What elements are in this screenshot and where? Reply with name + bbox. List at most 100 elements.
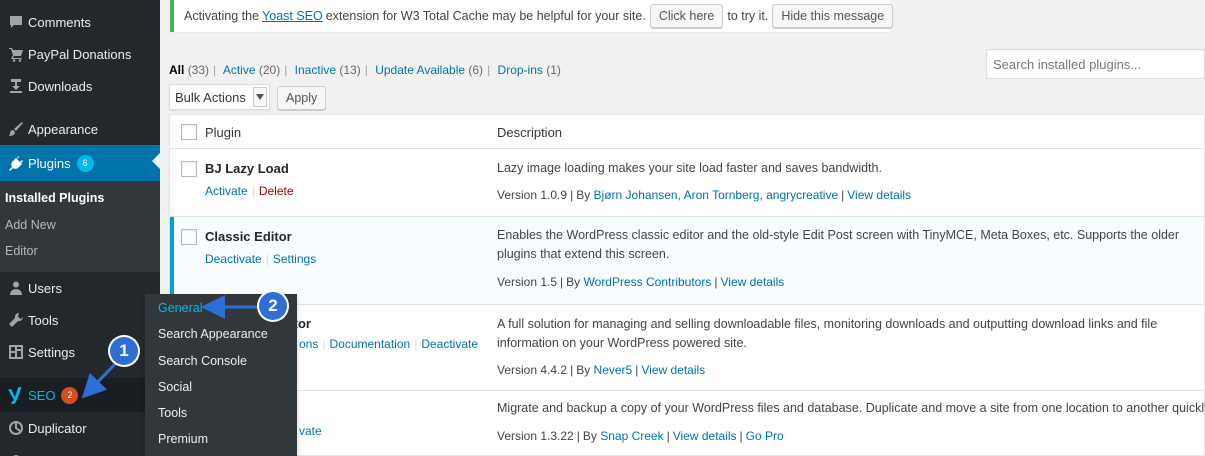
yoast-seo-link[interactable]: Yoast SEO — [262, 9, 323, 23]
filter-inactive-count: (13) — [339, 63, 361, 77]
menu-appearance[interactable]: Appearance — [0, 113, 160, 145]
menu-plugins[interactable]: Plugins 6 — [0, 145, 160, 181]
plugin-meta: Version 1.5 | By WordPress Contributors | Vi… — [497, 275, 785, 289]
menu-label: Appearance — [28, 121, 99, 137]
settings-icon — [0, 344, 28, 360]
table-row: vate Migrate and backup a copy of your W… — [170, 391, 1205, 456]
menu-seo[interactable]: SEO 2 — [0, 378, 160, 412]
main-content: Activating the Yoast SEO extension for W… — [160, 0, 1205, 456]
activate-link[interactable]: vate — [299, 424, 322, 438]
notice-text-before: Activating the — [184, 9, 260, 23]
notice-text-after: extension for W3 Total Cache may be help… — [325, 9, 646, 23]
menu-label: Users — [28, 280, 62, 296]
menu-label: SEO — [28, 387, 56, 403]
plugin-version: Version 1.3.22 — [497, 429, 574, 443]
plugin-description: A full solution for managing and selling… — [497, 317, 1158, 350]
apply-button[interactable]: Apply — [277, 86, 327, 110]
click-here-button[interactable]: Click here — [649, 4, 724, 28]
menu-comments[interactable]: Comments — [0, 6, 160, 38]
hide-message-button[interactable]: Hide this message — [772, 4, 894, 28]
deactivate-link[interactable]: Deactivate — [421, 337, 478, 351]
documentation-link[interactable]: Documentation — [329, 337, 410, 351]
plugin-meta: Version 4.4.2 | By Never5 | View details — [497, 363, 706, 377]
select-all-checkbox[interactable] — [181, 124, 197, 140]
author-link[interactable]: Never5 — [594, 363, 633, 377]
menu-duplicator[interactable]: Duplicator — [0, 412, 160, 444]
gear-icon — [0, 452, 28, 456]
view-details-link[interactable]: View details — [641, 363, 705, 377]
bulk-actions-select[interactable]: Bulk Actions — [169, 84, 270, 110]
column-description: Description — [497, 125, 563, 140]
admin-notice: Activating the Yoast SEO extension for W… — [170, 0, 894, 32]
table-row: itor ons | Documentation | Deactivate A full… — [170, 305, 1204, 391]
submenu-installed-plugins[interactable]: Installed Plugins — [5, 191, 104, 205]
filter-update-available[interactable]: Update Available — [375, 63, 465, 77]
author-link[interactable]: Bjørn Johansen, Aron Tornberg, angrycrea… — [594, 188, 839, 202]
cart-icon — [0, 46, 28, 62]
users-icon — [0, 280, 28, 296]
submenu-add-new[interactable]: Add New — [5, 218, 56, 232]
menu-tools[interactable]: Tools — [0, 304, 160, 336]
view-details-link[interactable]: View details — [720, 275, 784, 289]
flyout-social[interactable]: Social — [158, 380, 192, 394]
row-checkbox[interactable] — [181, 161, 197, 177]
menu-label: Tools — [28, 312, 59, 328]
settings-link[interactable]: Settings — [273, 252, 316, 266]
search-plugins-input[interactable] — [986, 49, 1205, 79]
menu-label: Downloads — [28, 78, 93, 94]
chevron-down-icon — [253, 87, 267, 107]
step-marker-2: 2 — [259, 292, 287, 320]
row-actions: vate — [299, 424, 322, 438]
row-actions: ons | Documentation | Deactivate — [299, 337, 479, 351]
activate-link[interactable]: Activate — [205, 184, 248, 198]
view-details-link[interactable]: View details — [847, 188, 911, 202]
yoast-icon — [0, 386, 28, 404]
go-pro-link[interactable]: Go Pro — [746, 429, 784, 443]
duplicator-icon — [0, 420, 28, 436]
author-link[interactable]: WordPress Contributors — [584, 275, 712, 289]
table-row: BJ Lazy Load Activate | Delete Lazy image … — [170, 149, 1204, 217]
plugin-meta: Version 1.3.22 | By Snap Creek | View detail… — [497, 429, 784, 443]
bulk-actions-value: Bulk Actions — [175, 89, 246, 105]
menu-users[interactable]: Users — [0, 272, 160, 304]
filter-all[interactable]: All — [169, 63, 184, 77]
submenu-editor[interactable]: Editor — [5, 244, 38, 258]
filter-inactive[interactable]: Inactive — [295, 63, 336, 77]
flyout-search-appearance[interactable]: Search Appearance — [158, 327, 268, 341]
plugin-description: Migrate and backup a copy of your WordPr… — [497, 401, 1205, 415]
flyout-general[interactable]: General — [158, 301, 202, 315]
update-count-badge: 6 — [76, 154, 94, 172]
row-actions: Activate | Delete — [205, 184, 294, 198]
deactivate-link[interactable]: Deactivate — [205, 252, 262, 266]
plugins-table: Plugin Description BJ Lazy Load Activate… — [169, 114, 1205, 456]
column-plugin[interactable]: Plugin — [205, 125, 241, 140]
by-label: By — [576, 363, 591, 377]
table-row: Classic Editor Deactivate | Settings Enabl… — [170, 217, 1204, 305]
menu-label: Duplicator — [28, 420, 87, 436]
plugin-version: Version 1.5 — [497, 275, 558, 289]
by-label: By — [576, 188, 591, 202]
menu-partial-item[interactable] — [0, 444, 160, 456]
table-header: Plugin Description — [170, 115, 1204, 149]
paintbrush-icon — [0, 121, 28, 137]
delete-link[interactable]: Delete — [259, 184, 294, 198]
add-ons-link[interactable]: ons — [299, 337, 318, 351]
filter-active[interactable]: Active — [223, 63, 256, 77]
filter-drop-ins[interactable]: Drop-ins — [498, 63, 543, 77]
filter-update-count: (6) — [468, 63, 484, 77]
menu-downloads[interactable]: Downloads — [0, 70, 160, 102]
flyout-search-console[interactable]: Search Console — [158, 354, 247, 368]
row-checkbox[interactable] — [181, 229, 197, 245]
menu-label: Comments — [28, 14, 91, 30]
menu-paypal-donations[interactable]: PayPal Donations — [0, 38, 160, 70]
row-actions: Deactivate | Settings — [205, 252, 317, 266]
menu-label: Plugins — [28, 155, 71, 171]
flyout-tools[interactable]: Tools — [158, 406, 187, 420]
flyout-premium[interactable]: Premium — [158, 432, 208, 446]
step-marker-1: 1 — [110, 337, 138, 365]
plugin-description: Lazy image loading makes your site load … — [497, 161, 882, 175]
by-label: By — [566, 275, 581, 289]
author-link[interactable]: Snap Creek — [600, 429, 663, 443]
notice-text-mid: to try it. — [727, 9, 769, 23]
view-details-link[interactable]: View details — [673, 429, 737, 443]
